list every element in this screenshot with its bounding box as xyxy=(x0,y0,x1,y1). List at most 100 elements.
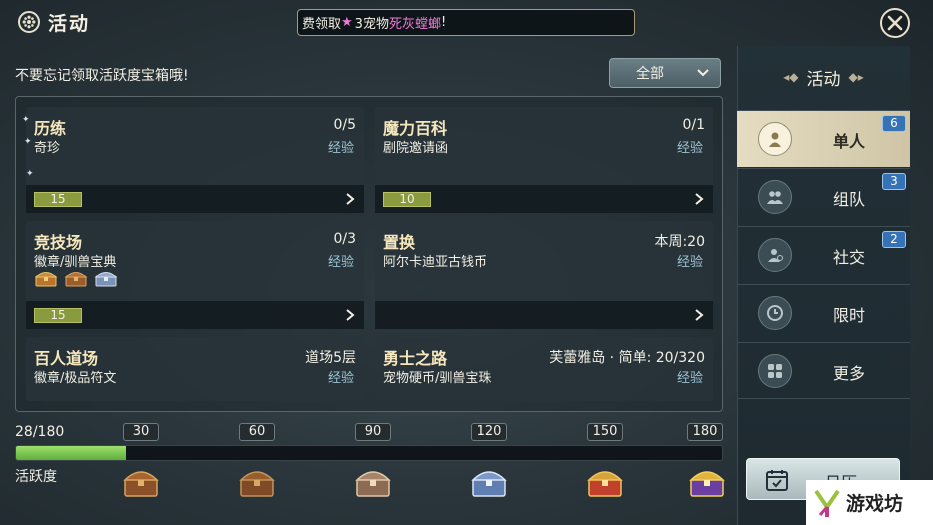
chest-reminder-text: 不要忘记领取活跃度宝箱哦! xyxy=(15,68,189,84)
bronze-chest-icon[interactable] xyxy=(354,466,392,498)
star-icon: ★ xyxy=(341,15,353,30)
marquee-highlight: 死灰螳螂 xyxy=(388,17,441,32)
watermark-text: 游戏坊 xyxy=(846,493,904,515)
ornament-icon: ◂◆ xyxy=(783,70,799,84)
level-tag: 10 xyxy=(383,192,431,207)
activity-card-exchange[interactable]: 置换 本周:20 阿尔卡迪亚古钱币 经验 xyxy=(375,221,713,329)
sparkle-icon: ✦ xyxy=(24,137,32,147)
wooden-chest-icon xyxy=(64,272,88,287)
exp-label: 经验 xyxy=(327,255,354,270)
site-watermark: 游戏坊 xyxy=(806,480,933,525)
activity-points-label: 活跃度 xyxy=(15,469,57,485)
activity-progress: 0/1 xyxy=(682,117,705,133)
social-icon xyxy=(758,238,792,272)
activity-name: 竞技场 xyxy=(34,233,83,252)
sidebar-item-social[interactable]: 社交 2 xyxy=(737,226,910,283)
chevron-right-icon[interactable] xyxy=(344,308,356,322)
page-title: 活动 xyxy=(48,13,91,35)
level-tag: 15 xyxy=(34,192,82,207)
activity-card-arena[interactable]: 竞技场 0/3 徽章/驯兽宝典 经验 15 xyxy=(26,221,364,329)
milestone-90: 90 xyxy=(355,423,391,441)
sparkle-icon: ✦ xyxy=(26,169,34,179)
activity-progress: 0/3 xyxy=(333,231,356,247)
chevron-right-icon[interactable] xyxy=(693,308,705,322)
activity-name: 置换 xyxy=(383,233,416,252)
exp-label: 经验 xyxy=(676,141,703,156)
silver-chest-icon xyxy=(94,272,118,287)
exp-label: 经验 xyxy=(327,141,354,156)
activity-title-icon xyxy=(18,11,40,33)
activity-name: 历练 xyxy=(34,119,67,138)
marquee-middle: 3宠物 xyxy=(354,17,389,32)
legendary-chest-icon[interactable] xyxy=(688,466,726,498)
card-footer: 15 xyxy=(26,185,364,213)
milestone-120: 120 xyxy=(471,423,507,441)
activity-card-warrior-road[interactable]: 勇士之路 芙蕾雅岛 · 简单: 20/320 宠物硬币/驯兽宝珠 经验 xyxy=(375,337,713,401)
chevron-right-icon[interactable] xyxy=(344,192,356,206)
activity-progress: 本周:20 xyxy=(654,234,705,250)
gold-chest-icon[interactable] xyxy=(586,466,624,498)
exp-label: 经验 xyxy=(327,371,354,386)
sidebar-header: ◂◆ 活动 ◆▸ xyxy=(737,46,910,108)
ornament-icon: ◆▸ xyxy=(848,70,864,84)
activity-card-dojo[interactable]: 百人道场 道场5层 徽章/极品符文 经验 xyxy=(26,337,364,401)
person-icon xyxy=(758,122,792,156)
activity-reward-text: 奇珍 xyxy=(34,141,61,156)
activity-reward-text: 徽章/极品符文 xyxy=(34,371,117,386)
sidebar-item-team[interactable]: 组队 3 xyxy=(737,168,910,225)
card-footer: 15 xyxy=(26,301,364,329)
activity-reward-text: 徽章/驯兽宝典 xyxy=(34,255,117,270)
sidebar-item-label: 限时 xyxy=(833,306,866,325)
count-badge: 3 xyxy=(882,173,906,190)
milestone-180: 180 xyxy=(687,423,723,441)
sidebar-item-single[interactable]: 单人 6 xyxy=(737,110,910,167)
sparkle-icon: ✦ xyxy=(22,115,30,125)
calendar-icon xyxy=(766,470,788,491)
card-footer xyxy=(375,301,713,329)
gold-chest-icon xyxy=(34,272,58,287)
grid-icon xyxy=(758,354,792,388)
reward-chests xyxy=(34,269,118,287)
chevron-right-icon[interactable] xyxy=(693,192,705,206)
close-icon xyxy=(887,15,903,31)
wooden-chest-icon[interactable] xyxy=(238,466,276,498)
activity-progress: 0/5 xyxy=(333,117,356,133)
activity-reward-text: 宠物硬币/驯兽宝珠 xyxy=(383,371,492,386)
activity-name: 勇士之路 xyxy=(383,349,448,368)
exp-label: 经验 xyxy=(676,255,703,270)
activity-progress-bar xyxy=(15,445,723,461)
exp-label: 经验 xyxy=(676,371,703,386)
milestone-150: 150 xyxy=(587,423,623,441)
watermark-logo-icon xyxy=(814,489,840,517)
group-icon xyxy=(758,180,792,214)
activity-progress-fill xyxy=(16,446,126,460)
sidebar-item-label: 组队 xyxy=(833,190,866,209)
activity-name: 魔力百科 xyxy=(383,119,448,138)
marquee-suffix: ! xyxy=(440,15,447,30)
activity-name: 百人道场 xyxy=(34,349,99,368)
silver-chest-icon[interactable] xyxy=(470,466,508,498)
sidebar-item-more[interactable]: 更多 xyxy=(737,342,910,399)
activity-list-panel: ✦ ✦ ✦ 历练 0/5 奇珍 经验 15 魔力百科 0/1 剧院邀请函 经验 … xyxy=(15,96,723,412)
activity-progress: 芙蕾雅岛 · 简单: 20/320 xyxy=(549,350,705,366)
sidebar-item-label: 单人 xyxy=(833,132,866,151)
wooden-chest-icon[interactable] xyxy=(122,466,160,498)
count-badge: 2 xyxy=(882,231,906,248)
activity-card-moli-baike[interactable]: 魔力百科 0/1 剧院邀请函 经验 10 xyxy=(375,107,713,213)
sidebar-item-limited[interactable]: 限时 xyxy=(737,284,910,341)
sidebar-title: 活动 xyxy=(806,69,841,90)
filter-dropdown[interactable]: 全部 xyxy=(609,58,721,88)
chevron-down-icon xyxy=(697,69,709,77)
announcement-marquee: 费领取 ★ 3宠物 死灰螳螂 ! xyxy=(297,9,635,36)
activity-reward-text: 剧院邀请函 xyxy=(383,141,449,156)
sidebar-item-label: 社交 xyxy=(833,248,866,267)
level-tag: 15 xyxy=(34,308,82,323)
close-button[interactable] xyxy=(880,8,910,38)
sidebar-item-label: 更多 xyxy=(833,364,866,383)
marquee-prefix: 费领取 xyxy=(302,17,342,32)
milestone-60: 60 xyxy=(239,423,275,441)
activity-reward-text: 阿尔卡迪亚古钱币 xyxy=(383,255,488,270)
card-footer: 10 xyxy=(375,185,713,213)
filter-selected-label: 全部 xyxy=(636,66,664,82)
activity-card-lilian[interactable]: ✦ ✦ ✦ 历练 0/5 奇珍 经验 15 xyxy=(22,107,364,213)
